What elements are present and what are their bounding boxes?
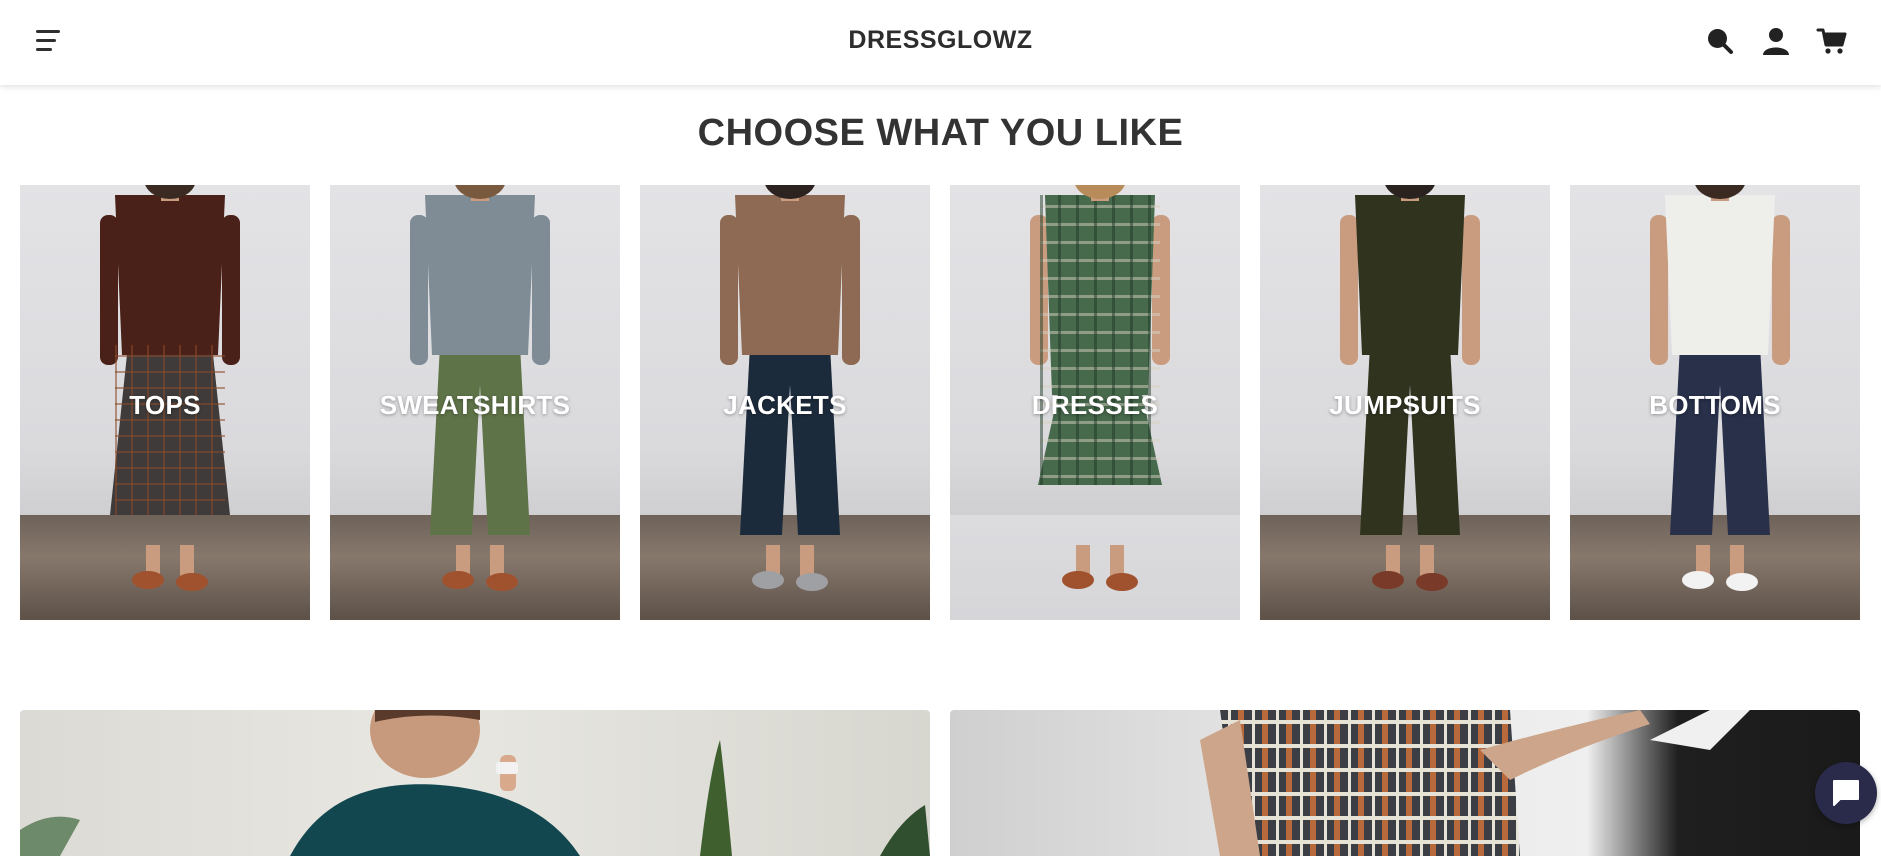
category-label: JUMPSUITS (1329, 390, 1481, 420)
search-icon[interactable] (1703, 24, 1737, 58)
brand-logo-wrap: DRESSGLOWZ (0, 26, 1881, 55)
promo-banner-right-image (1200, 710, 1750, 856)
promo-banner-right[interactable] (950, 710, 1860, 856)
brand-logo[interactable]: DRESSGLOWZ (848, 26, 1032, 54)
category-card-sweatshirts[interactable]: SWEATSHIRTS (330, 185, 620, 620)
category-grid: TOPS SWEATSHIRTS JACKETS DRESSES JUMPSUI… (20, 185, 1861, 620)
category-card-bottoms[interactable]: BOTTOMS (1570, 185, 1860, 620)
category-card-jumpsuits[interactable]: JUMPSUITS (1260, 185, 1550, 620)
promo-banner-left[interactable] (20, 710, 930, 856)
account-icon[interactable] (1759, 24, 1793, 58)
category-label: SWEATSHIRTS (379, 390, 571, 420)
category-label: DRESSES (1031, 390, 1159, 420)
promo-banner-left-image (20, 710, 930, 856)
section-title: CHOOSE WHAT YOU LIKE (697, 112, 1184, 154)
category-label: TOPS (129, 390, 201, 420)
site-header: DRESSGLOWZ (0, 0, 1881, 85)
category-label: JACKETS (723, 390, 847, 420)
chat-button[interactable] (1815, 762, 1877, 824)
category-label: BOTTOMS (1649, 390, 1781, 420)
menu-icon[interactable] (32, 24, 66, 58)
cart-icon[interactable] (1815, 24, 1849, 58)
category-card-tops[interactable]: TOPS (20, 185, 310, 620)
category-card-jackets[interactable]: JACKETS (640, 185, 930, 620)
category-card-dresses[interactable]: DRESSES (950, 185, 1240, 620)
chat-icon (1833, 780, 1859, 806)
